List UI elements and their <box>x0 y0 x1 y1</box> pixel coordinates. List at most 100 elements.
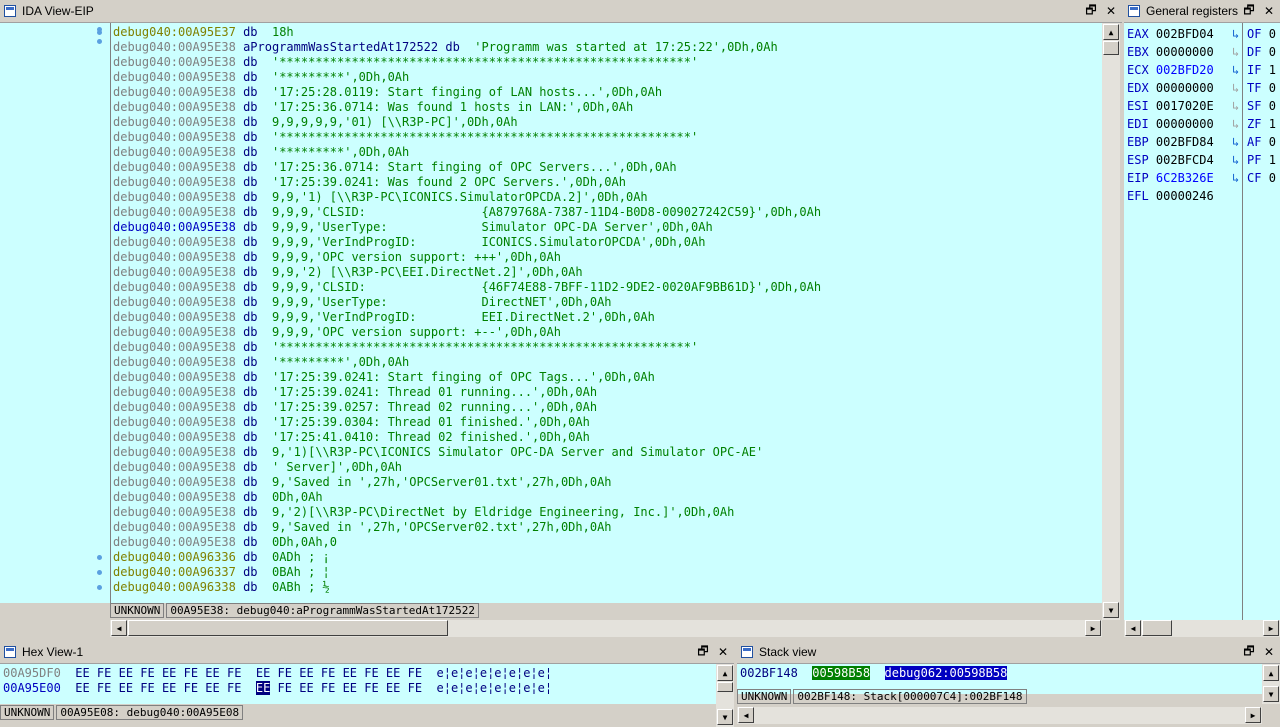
close-button[interactable]: ✕ <box>1260 643 1278 661</box>
restore-button[interactable]: 🗗 <box>1082 2 1100 20</box>
registers-horizontal-scrollbar[interactable]: ◀ ▶ <box>1124 620 1280 637</box>
register-row[interactable]: EBP 002BFD84 ↳ <box>1127 133 1245 151</box>
listing-line[interactable]: debug040:00A95E38 db '17:25:36.0714: Sta… <box>113 160 677 175</box>
hscroll-thumb[interactable] <box>1142 620 1172 636</box>
register-row[interactable]: EFL 00000246 <box>1127 187 1245 205</box>
register-row[interactable]: EBX 00000000 ↳ <box>1127 43 1245 61</box>
line-label[interactable]: aProgrammWasStartedAt172522 <box>243 40 438 54</box>
scroll-right-button[interactable]: ▶ <box>1085 620 1101 636</box>
stack-vertical-scrollbar[interactable]: ▲ ▼ <box>1262 664 1280 704</box>
listing-line[interactable]: debug040:00A95E38 aProgrammWasStartedAt1… <box>113 40 778 55</box>
register-row[interactable]: EAX 002BFD04 ↳ <box>1127 25 1245 43</box>
register-row[interactable]: ESI 0017020E ↳ <box>1127 97 1245 115</box>
flag-row[interactable]: DF 0 <box>1247 43 1276 61</box>
hex-bytes[interactable]: EE FE EE FE EE FE EE FE <box>256 666 422 680</box>
stack-reference[interactable]: debug062:00598B58 <box>884 666 1008 680</box>
register-value[interactable]: 00000000 <box>1156 81 1214 95</box>
breakpoint-dot[interactable] <box>97 27 102 32</box>
hscroll-thumb[interactable] <box>128 620 448 636</box>
jump-arrow-icon[interactable]: ↳ <box>1232 169 1239 187</box>
flag-row[interactable]: PF 1 <box>1247 151 1276 169</box>
flag-row[interactable]: IF 1 <box>1247 61 1276 79</box>
flag-value[interactable]: 0 <box>1269 135 1276 149</box>
listing-line[interactable]: debug040:00A95E38 db 9,9,9,'OPC version … <box>113 325 561 340</box>
scroll-down-button[interactable]: ▼ <box>1263 686 1279 702</box>
listing-line[interactable]: debug040:00A95E38 db ' Server]',0Dh,0Ah <box>113 460 402 475</box>
listing-line[interactable]: debug040:00A95E38 db '17:25:39.0304: Thr… <box>113 415 590 430</box>
hex-ascii[interactable]: e¦e¦e¦e¦e¦e¦e¦e¦ <box>437 681 553 695</box>
jump-arrow-icon[interactable]: ↳ <box>1232 115 1239 133</box>
register-value[interactable]: 00000246 <box>1156 189 1214 203</box>
listing-line[interactable]: debug040:00A95E38 db '*********',0Dh,0Ah <box>113 70 409 85</box>
listing-line[interactable]: debug040:00A95E38 db '*********',0Dh,0Ah <box>113 145 409 160</box>
ida-horizontal-scrollbar[interactable]: ◀ ▶ <box>110 620 1102 637</box>
jump-arrow-icon[interactable]: ↳ <box>1232 43 1239 61</box>
flag-value[interactable]: 0 <box>1269 171 1276 185</box>
hex-row[interactable]: 00A95E00 EE FE EE FE EE FE EE FE EE FE E… <box>3 681 552 696</box>
breakpoint-dot[interactable] <box>97 585 102 590</box>
scroll-left-button[interactable]: ◀ <box>1125 620 1141 636</box>
hex-ascii[interactable]: e¦e¦e¦e¦e¦e¦e¦e¦ <box>437 666 553 680</box>
flag-value[interactable]: 0 <box>1269 99 1276 113</box>
flag-row[interactable]: TF 0 <box>1247 79 1276 97</box>
hex-bytes[interactable]: EE FE EE FE EE FE EE FE <box>75 666 241 680</box>
listing-line[interactable]: debug040:00A95E38 db 9,'Saved in ',27h,'… <box>113 475 612 490</box>
hex-dump[interactable]: 00A95DF0 EE FE EE FE EE FE EE FE EE FE E… <box>0 664 716 704</box>
jump-arrow-icon[interactable]: ↳ <box>1232 79 1239 97</box>
listing-line[interactable]: debug040:00A95E38 db 9,9,9,9,9,'01) [\\R… <box>113 115 518 130</box>
register-value[interactable]: 002BFD84 <box>1156 135 1214 149</box>
register-value[interactable]: 002BFD04 <box>1156 27 1214 41</box>
listing-line[interactable]: debug040:00A95E38 db '******************… <box>113 55 698 70</box>
register-value[interactable]: 002BFCD4 <box>1156 153 1214 167</box>
scroll-thumb[interactable] <box>1103 41 1119 55</box>
register-value[interactable]: 6C2B326E <box>1156 171 1214 185</box>
listing-line[interactable]: debug040:00A95E38 db '17:25:39.0257: Thr… <box>113 400 597 415</box>
listing-line[interactable]: debug040:00A95E38 db 0Dh,0Ah,0 <box>113 535 337 550</box>
listing-line[interactable]: debug040:00A95E38 db 9,9,'2) [\\R3P-PC\E… <box>113 265 583 280</box>
listing-line[interactable]: debug040:00A95E38 db 9,9,9,'CLSID: {46F7… <box>113 280 821 295</box>
flag-row[interactable]: ZF 1 <box>1247 115 1276 133</box>
restore-button[interactable]: 🗗 <box>1240 643 1258 661</box>
breakpoint-dot[interactable] <box>97 555 102 560</box>
scroll-left-button[interactable]: ◀ <box>111 620 127 636</box>
listing-line[interactable]: debug040:00A95E38 db '17:25:28.0119: Sta… <box>113 85 662 100</box>
scroll-down-button[interactable]: ▼ <box>1103 602 1119 618</box>
listing-line[interactable]: debug040:00A95E38 db 9,9,9,'OPC version … <box>113 250 561 265</box>
registers-titlebar[interactable]: General registers 🗗 ✕ <box>1124 0 1280 23</box>
scroll-up-button[interactable]: ▲ <box>1263 665 1279 681</box>
listing-line[interactable]: debug040:00A95E37 db 18h <box>113 25 294 40</box>
breakpoint-dot[interactable] <box>97 39 102 44</box>
flag-value[interactable]: 0 <box>1269 27 1276 41</box>
restore-button[interactable]: 🗗 <box>694 643 712 661</box>
close-button[interactable]: ✕ <box>1260 2 1278 20</box>
listing-line[interactable]: debug040:00A95E38 db '17:25:39.0241: Was… <box>113 175 626 190</box>
register-value[interactable]: 0017020E <box>1156 99 1214 113</box>
register-value[interactable]: 002BFD20 <box>1156 63 1214 77</box>
listing-line[interactable]: debug040:00A95E38 db 9,9,9,'UserType: Di… <box>113 295 612 310</box>
register-row[interactable]: ESP 002BFCD4 ↳ <box>1127 151 1245 169</box>
listing-line[interactable]: debug040:00A95E38 db 9,9,9,'CLSID: {A879… <box>113 205 821 220</box>
ida-view-titlebar[interactable]: IDA View-EIP 🗗 ✕ <box>0 0 1122 23</box>
register-row[interactable]: EDI 00000000 ↳ <box>1127 115 1245 133</box>
scroll-thumb[interactable] <box>717 682 733 692</box>
scroll-up-button[interactable]: ▲ <box>717 665 733 681</box>
register-row[interactable]: EIP 6C2B326E ↳ <box>1127 169 1245 187</box>
scroll-down-button[interactable]: ▼ <box>717 709 733 725</box>
listing-line[interactable]: debug040:00A95E38 db '17:25:36.0714: Was… <box>113 100 633 115</box>
scroll-left-button[interactable]: ◀ <box>738 707 754 723</box>
flag-value[interactable]: 1 <box>1269 153 1276 167</box>
listing-line[interactable]: debug040:00A96336 db 0ADh ; ¡ <box>113 550 330 565</box>
jump-arrow-icon[interactable]: ↳ <box>1232 97 1239 115</box>
jump-arrow-icon[interactable]: ↳ <box>1232 25 1239 43</box>
listing-line[interactable]: debug040:00A96337 db 0BAh ; ¦ <box>113 565 330 580</box>
register-value[interactable]: 00000000 <box>1156 117 1214 131</box>
flag-row[interactable]: CF 0 <box>1247 169 1276 187</box>
listing-line[interactable]: debug040:00A95E38 db 9,'Saved in ',27h,'… <box>113 520 612 535</box>
hex-row[interactable]: 00A95DF0 EE FE EE FE EE FE EE FE EE FE E… <box>3 666 552 681</box>
scroll-right-button[interactable]: ▶ <box>1263 620 1279 636</box>
hex-cursor-byte[interactable]: EE <box>255 681 271 695</box>
hex-bytes[interactable]: EE FE EE FE EE FE EE FE <box>75 681 241 695</box>
listing-line[interactable]: debug040:00A96338 db 0ABh ; ½ <box>113 580 330 595</box>
listing-line[interactable]: debug040:00A95E38 db 9,9,9,'VerIndProgID… <box>113 310 655 325</box>
disassembly-listing[interactable]: debug040:00A95E37 db 18h debug040:00A95E3… <box>110 23 1103 603</box>
